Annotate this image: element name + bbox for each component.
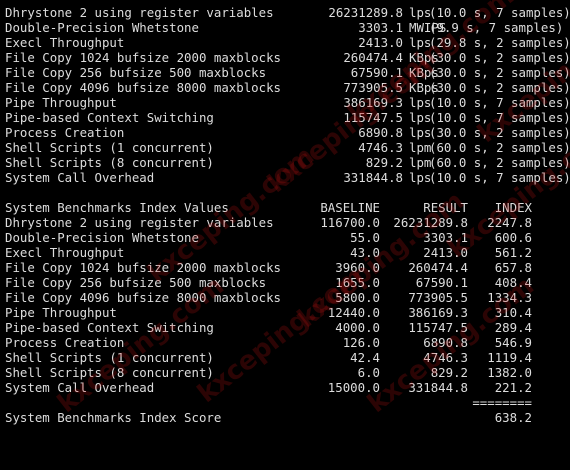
result-name: System Call Overhead	[5, 170, 155, 185]
baseline-value: 6.0	[357, 365, 380, 380]
result-name: File Copy 4096 bufsize 8000 maxblocks	[5, 80, 282, 95]
baseline-value: 55.0	[350, 230, 380, 245]
result-note: (60.0 s, 2 samples)	[429, 140, 570, 155]
score-value: 638.2	[494, 410, 532, 425]
index-name: Pipe Throughput	[5, 305, 117, 320]
index-name: File Copy 4096 bufsize 8000 maxblocks	[5, 290, 282, 305]
result-value: 331844.8	[343, 170, 403, 185]
result-name: Shell Scripts (8 concurrent)	[5, 155, 214, 170]
index-name: File Copy 256 bufsize 500 maxblocks	[5, 275, 267, 290]
result-value: 4746.3	[358, 140, 403, 155]
result-value: 67590.1	[415, 275, 468, 290]
index-row: Shell Scripts (1 concurrent) 42.4 4746.3 11…	[3, 350, 568, 365]
index-value: 546.9	[494, 335, 532, 350]
result-value: 773905.5	[408, 290, 468, 305]
result-value: 3303.1	[358, 20, 403, 35]
result-row: File Copy 1024 bufsize 2000 maxblocks 260…	[3, 50, 570, 65]
result-value: 26231289.8	[328, 5, 403, 20]
baseline-header: BASELINE	[320, 200, 380, 215]
result-value: 829.2	[365, 155, 403, 170]
result-row: Pipe Throughput 386169.3 lps (10.0 s, 7 sam…	[3, 95, 570, 110]
index-value: 1382.0	[487, 365, 532, 380]
result-value: 386169.3	[408, 305, 468, 320]
result-name: File Copy 256 bufsize 500 maxblocks	[5, 65, 267, 80]
result-name: Process Creation	[5, 125, 125, 140]
index-value: 657.8	[494, 260, 532, 275]
baseline-value: 116700.0	[320, 215, 380, 230]
baseline-value: 42.4	[350, 350, 380, 365]
result-name: Double-Precision Whetstone	[5, 20, 199, 35]
result-value: 260474.4	[343, 50, 403, 65]
score-label: System Benchmarks Index Score	[5, 410, 222, 425]
result-name: Dhrystone 2 using register variables	[5, 5, 274, 20]
index-value: 561.2	[494, 245, 532, 260]
baseline-value: 4000.0	[335, 320, 380, 335]
result-row: File Copy 256 bufsize 500 maxblocks 67590…	[3, 65, 570, 80]
result-name: Execl Throughput	[5, 35, 125, 50]
result-name: Pipe Throughput	[5, 95, 117, 110]
index-value: 1119.4	[487, 350, 532, 365]
result-name: Pipe-based Context Switching	[5, 110, 214, 125]
index-row: File Copy 1024 bufsize 2000 maxblocks 396…	[3, 260, 568, 275]
index-row: File Copy 256 bufsize 500 maxblocks 1655.…	[3, 275, 568, 290]
result-value: 2413.0	[358, 35, 403, 50]
index-row: Execl Throughput 43.0 2413.0 561.2	[3, 245, 568, 260]
index-name: Process Creation	[5, 335, 125, 350]
result-row: Execl Throughput 2413.0 lps (29.8 s, 2 samp…	[3, 35, 570, 50]
index-value: 221.2	[494, 380, 532, 395]
result-row: File Copy 4096 bufsize 8000 maxblocks 773…	[3, 80, 570, 95]
separator: ========	[472, 395, 532, 410]
baseline-value: 126.0	[342, 335, 380, 350]
result-name: Shell Scripts (1 concurrent)	[5, 140, 214, 155]
index-title: System Benchmarks Index Values	[5, 200, 229, 215]
result-name: File Copy 1024 bufsize 2000 maxblocks	[5, 50, 282, 65]
score-row: System Benchmarks Index Score 638.2	[3, 410, 568, 425]
index-name: Execl Throughput	[5, 245, 125, 260]
